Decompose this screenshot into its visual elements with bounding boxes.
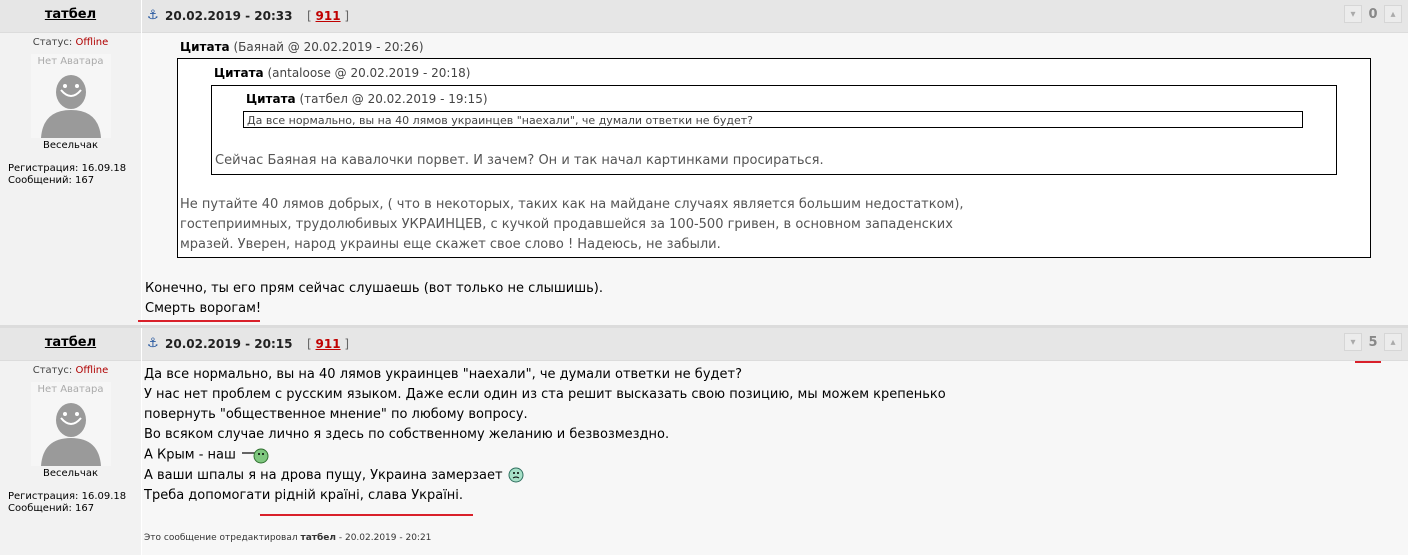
author-name-link[interactable]: татбел xyxy=(45,7,96,22)
post-body: Да все нормально, вы на 40 лямов украинц… xyxy=(144,367,946,503)
post-ref: [ 911 ] xyxy=(307,337,350,351)
vote-count: 5 xyxy=(1368,334,1378,350)
post-content: ⚓ 20.02.2019 - 20:15 [ 911 ] ▾ 5 ▴ Да вс… xyxy=(142,328,1408,555)
quote-block: Да все нормально, вы на 40 лямов украинц… xyxy=(243,111,1303,128)
quote-header: Цитата (antaloose @ 20.02.2019 - 20:18) xyxy=(214,66,471,80)
avatar-placeholder-text: Нет Аватара xyxy=(37,384,104,395)
post-ref: [ 911 ] xyxy=(307,9,350,23)
author-status: Статус: Offline xyxy=(32,37,109,48)
highlight-underline xyxy=(138,320,260,322)
author-name-link[interactable]: татбел xyxy=(45,335,96,350)
author-status: Статус: Offline xyxy=(32,365,109,376)
post-date: 20.02.2019 - 20:33 xyxy=(165,9,293,23)
highlight-underline xyxy=(1355,361,1381,363)
thumb-up-icon[interactable]: ▴ xyxy=(1384,333,1402,351)
highlight-underline xyxy=(260,514,473,516)
author-meta: Регистрация: 16.09.18 Сообщений: 167 xyxy=(8,163,127,186)
avatar: Нет Аватара xyxy=(30,54,111,138)
post-body: Конечно, ты его прям сейчас слушаешь (во… xyxy=(145,281,603,316)
avatar: Нет Аватара xyxy=(30,382,111,466)
post-content: ⚓ 20.02.2019 - 20:33 [ 911 ] ▾ 0 ▴ Цитат… xyxy=(138,0,1408,325)
anchor-icon[interactable]: ⚓ xyxy=(147,8,159,23)
edit-note: Это сообщение отредактировал татбел - 20… xyxy=(144,533,432,543)
thumb-down-icon[interactable]: ▾ xyxy=(1344,5,1362,23)
forum-post: татбел Статус: Offline Нет Аватара Весел… xyxy=(0,328,1408,555)
quote-text: Сейчас Баяная на кавалочки порвет. И зач… xyxy=(215,153,824,168)
anchor-icon[interactable]: ⚓ xyxy=(147,336,159,351)
quote-text: Не путайте 40 лямов добрых, ( что в неко… xyxy=(180,197,964,252)
quote-block: Цитата (татбел @ 20.02.2019 - 19:15) Да … xyxy=(211,85,1337,175)
author-rank: Весельчак xyxy=(42,140,99,151)
post-header: ⚓ 20.02.2019 - 20:33 [ 911 ] ▾ 0 ▴ xyxy=(142,0,1408,33)
frozen-smiley-icon xyxy=(508,467,524,483)
post-author-panel: татбел Статус: Offline Нет Аватара Весел… xyxy=(0,328,142,555)
quote-header: Цитата (Баянай @ 20.02.2019 - 20:26) xyxy=(180,40,424,54)
author-meta: Регистрация: 16.09.18 Сообщений: 167 xyxy=(8,491,127,514)
thumb-up-icon[interactable]: ▴ xyxy=(1384,5,1402,23)
vote-box: ▾ 5 ▴ xyxy=(1344,333,1402,351)
post-number-link[interactable]: 911 xyxy=(316,337,341,351)
forum-post: татбел Статус: Offline Нет Аватара Весел… xyxy=(0,0,1408,325)
quote-header: Цитата (татбел @ 20.02.2019 - 19:15) xyxy=(246,92,488,106)
vote-box: ▾ 0 ▴ xyxy=(1344,5,1402,23)
quote-block: Цитата (antaloose @ 20.02.2019 - 20:18) … xyxy=(177,58,1371,258)
thumb-down-icon[interactable]: ▾ xyxy=(1344,333,1362,351)
vote-count: 0 xyxy=(1368,6,1378,22)
post-date: 20.02.2019 - 20:15 xyxy=(165,337,293,351)
avatar-placeholder-text: Нет Аватара xyxy=(37,56,104,67)
crimea-smiley-icon xyxy=(242,448,269,464)
post-author-panel: татбел Статус: Offline Нет Аватара Весел… xyxy=(0,0,142,325)
author-rank: Весельчак xyxy=(42,468,99,479)
post-header: ⚓ 20.02.2019 - 20:15 [ 911 ] ▾ 5 ▴ xyxy=(142,328,1408,361)
post-number-link[interactable]: 911 xyxy=(316,9,341,23)
